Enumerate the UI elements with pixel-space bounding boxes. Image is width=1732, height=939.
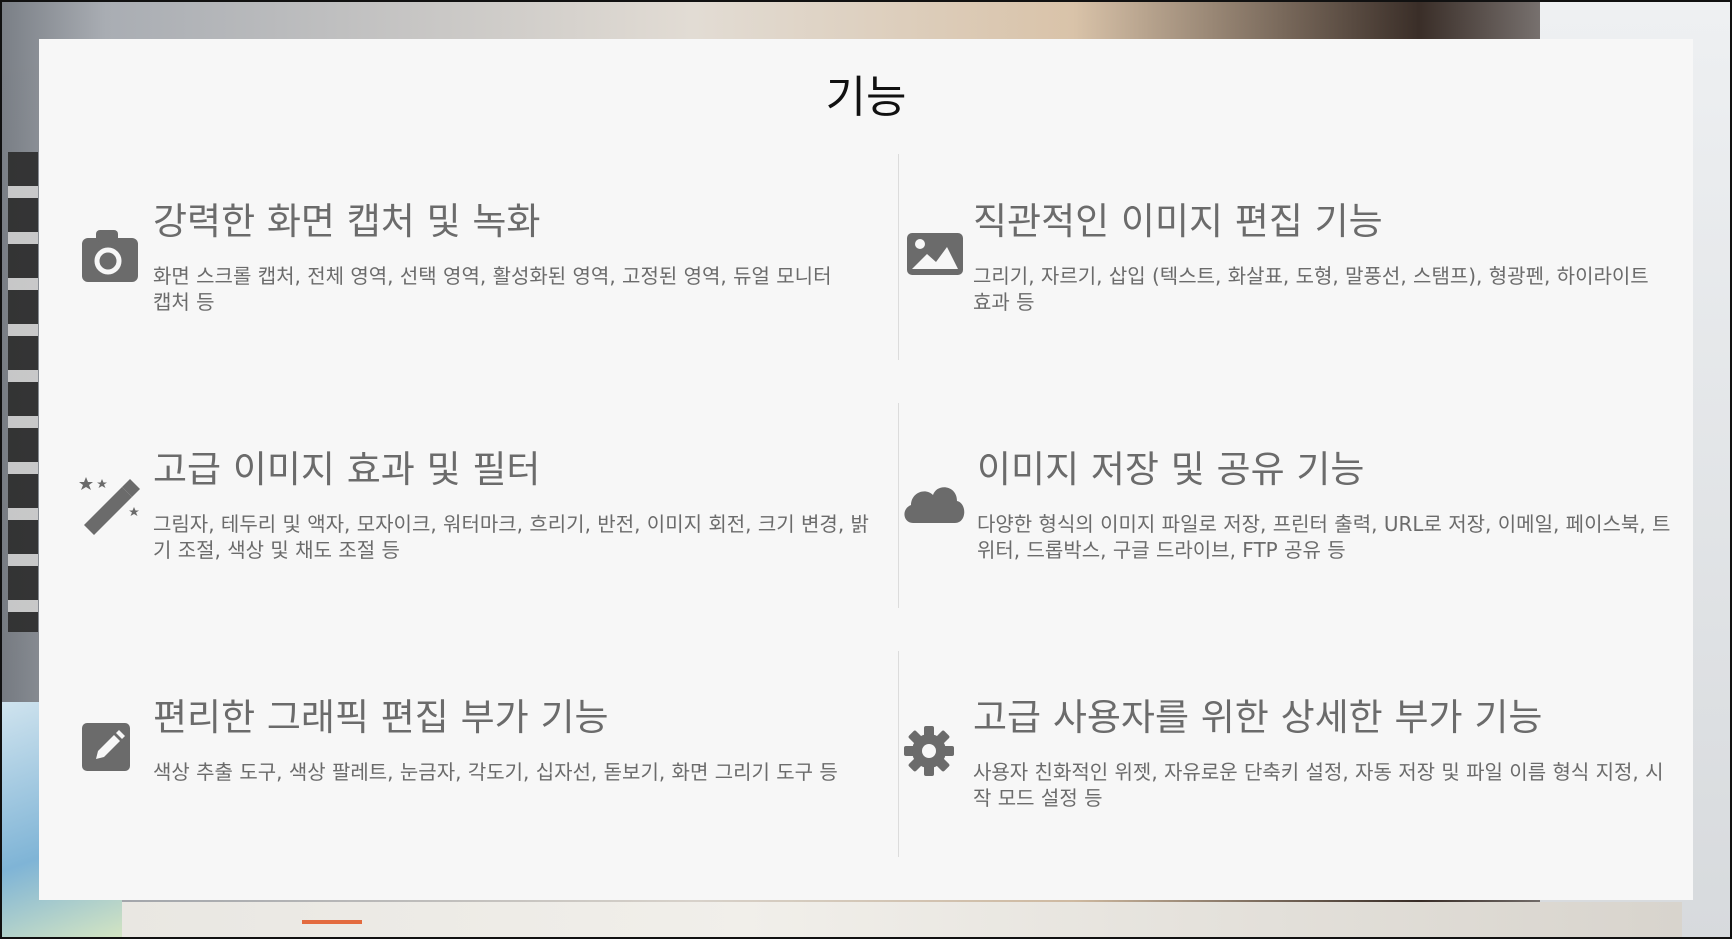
feature-description: 다양한 형식의 이미지 파일로 저장, 프린터 출력, URL로 저장, 이메일… — [977, 512, 1671, 562]
magic-wand-icon — [78, 473, 142, 537]
feature-title: 이미지 저장 및 공유 기능 — [977, 448, 1365, 491]
feature-title: 편리한 그래픽 편집 부가 기능 — [153, 696, 609, 739]
feature-title: 고급 사용자를 위한 상세한 부가 기능 — [973, 696, 1543, 739]
feature-description: 화면 스크롤 캡처, 전체 영역, 선택 영역, 활성화된 영역, 고정된 영역… — [153, 264, 832, 314]
feature-description: 색상 추출 도구, 색상 팔레트, 눈금자, 각도기, 십자선, 돋보기, 화면… — [153, 760, 838, 784]
feature-item: 직관적인 이미지 편집 기능 그리기, 자르기, 삽입 (텍스트, 화살표, 도… — [899, 179, 1693, 359]
features-panel: 기능 강력한 화면 캡처 및 녹화 화면 스크롤 캡처, 전체 영역, 선택 영… — [39, 39, 1693, 900]
feature-description: 그리기, 자르기, 삽입 (텍스트, 화살표, 도형, 말풍선, 스탬프), 형… — [973, 264, 1649, 314]
feature-item: 이미지 저장 및 공유 기능 다양한 형식의 이미지 파일로 저장, 프린터 출… — [899, 427, 1693, 607]
feature-description: 사용자 친화적인 위젯, 자유로운 단축키 설정, 자동 저장 및 파일 이름 … — [973, 760, 1664, 810]
keyboard-keys-decoration — [8, 152, 38, 632]
cloud-icon — [899, 471, 969, 535]
image-icon — [903, 223, 967, 287]
feature-description: 그림자, 테두리 및 액자, 모자이크, 워터마크, 흐리기, 반전, 이미지 … — [153, 512, 869, 562]
pencil-icon — [78, 715, 142, 779]
camera-icon — [78, 226, 142, 290]
gear-icon — [903, 719, 967, 783]
feature-item: 고급 사용자를 위한 상세한 부가 기능 사용자 친화적인 위젯, 자유로운 단… — [899, 675, 1693, 857]
orange-mark-decoration — [302, 920, 362, 924]
feature-title: 강력한 화면 캡처 및 녹화 — [153, 200, 541, 243]
feature-title: 직관적인 이미지 편집 기능 — [973, 200, 1383, 243]
section-title: 기능 — [825, 72, 907, 123]
feature-title: 고급 이미지 효과 및 필터 — [153, 448, 541, 491]
